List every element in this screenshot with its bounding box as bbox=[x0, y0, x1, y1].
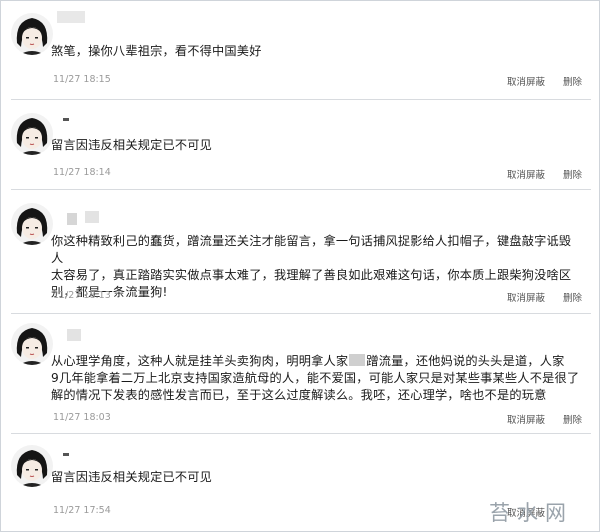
comment-text-line: 9几年能拿着二万上北京支持国家造航母的人，能不爱国，可能人家只是对某些事某些人不… bbox=[51, 370, 583, 387]
comment-timestamp: 11/27 18:15 bbox=[53, 74, 111, 85]
comment-text-span: 蹭流量，还他妈说的头头是道，人家 bbox=[366, 354, 565, 368]
unblock-button[interactable]: 取消屏蔽 bbox=[507, 290, 545, 304]
unblock-button[interactable]: 取消屏蔽 bbox=[507, 74, 545, 88]
comment-timestamp: 11/27 18:13 bbox=[53, 290, 111, 301]
divider bbox=[11, 99, 591, 100]
avatar-figure-icon bbox=[16, 208, 48, 245]
username-redacted bbox=[67, 329, 81, 341]
comment-text-line: 太容易了，真正踏踏实实做点事太难了，我理解了善良如此艰难这句话，你本质上跟柴狗没… bbox=[51, 268, 572, 282]
comment-timestamp: 11/27 17:54 bbox=[53, 505, 111, 516]
avatar-figure-icon bbox=[16, 118, 48, 155]
avatar-figure-icon bbox=[16, 450, 48, 487]
comment-text: 留言因违反相关规定已不可见 bbox=[51, 138, 213, 152]
avatar-figure-icon bbox=[16, 328, 48, 365]
comment-text: 从心理学角度，这种人就是挂羊头卖狗肉，明明拿人家 蹭流量，还他妈说的头头是道，人家… bbox=[51, 353, 583, 404]
avatar-figure-icon bbox=[16, 18, 48, 55]
divider bbox=[11, 433, 591, 434]
comment-text-span: 9几年能拿着二万上北京支持国家造航母的人，能不爱国， bbox=[51, 371, 369, 385]
comment-text-line: 你这种精致利己的蠢货，蹭流量还关注才能留言，拿一句话捕风捉影给人扣帽子，键盘敲字… bbox=[51, 234, 572, 265]
comment-text: 你这种精致利己的蠢货，蹭流量还关注才能留言，拿一句话捕风捉影给人扣帽子，键盘敲字… bbox=[51, 233, 583, 301]
username-redacted bbox=[63, 453, 69, 456]
comment-timestamp: 11/27 18:14 bbox=[53, 167, 111, 178]
username-redacted bbox=[57, 11, 85, 23]
delete-button[interactable]: 删除 bbox=[563, 412, 582, 426]
user-avatar[interactable] bbox=[11, 445, 53, 487]
comment-text-line: 解的情况下发表的感性发言而已，至于这么过度解读么。我呸，还心理学，啥也不是的玩意 bbox=[51, 388, 547, 402]
user-avatar[interactable] bbox=[11, 203, 53, 245]
delete-button[interactable]: 删除 bbox=[563, 290, 582, 304]
comment-text: 煞笔，操你八辈祖宗，看不得中国美好 bbox=[51, 44, 262, 58]
delete-button[interactable]: 删除 bbox=[563, 74, 582, 88]
unblock-button[interactable]: 取消屏蔽 bbox=[507, 412, 545, 426]
unblock-button[interactable]: 取消屏蔽 bbox=[507, 167, 545, 181]
divider bbox=[11, 189, 591, 190]
comment-text-span: 可能人家只是对某些事某些人不是很了 bbox=[368, 371, 580, 385]
site-watermark: 苔水网 bbox=[489, 501, 573, 525]
user-avatar[interactable] bbox=[11, 323, 53, 365]
user-avatar[interactable] bbox=[11, 113, 53, 155]
comment-text: 留言因违反相关规定已不可见 bbox=[51, 470, 213, 484]
comment-item: 煞笔，操你八辈祖宗，看不得中国美好 11/27 18:15 取消屏蔽 删除 bbox=[11, 7, 591, 100]
comment-text-line: 别，都是一条流量狗! bbox=[51, 285, 168, 299]
user-avatar[interactable] bbox=[11, 13, 53, 55]
redaction-mark bbox=[349, 354, 366, 366]
comment-item: 留言因违反相关规定已不可见 11/27 18:14 取消屏蔽 删除 bbox=[11, 101, 591, 190]
comment-item: 从心理学角度，这种人就是挂羊头卖狗肉，明明拿人家 蹭流量，还他妈说的头头是道，人家… bbox=[11, 319, 591, 435]
delete-button[interactable]: 删除 bbox=[563, 167, 582, 181]
comment-moderation-panel: 煞笔，操你八辈祖宗，看不得中国美好 11/27 18:15 取消屏蔽 删除 留言… bbox=[0, 0, 600, 532]
comment-text-span: 从心理学角度，这种人就是挂羊头卖狗肉，明明拿人家 bbox=[51, 354, 349, 368]
username-redacted bbox=[85, 211, 99, 223]
comment-timestamp: 11/27 18:03 bbox=[53, 412, 111, 423]
comment-item: 你这种精致利己的蠢货，蹭流量还关注才能留言，拿一句话捕风捉影给人扣帽子，键盘敲字… bbox=[11, 197, 591, 315]
username-redacted bbox=[67, 213, 77, 225]
comment-text-line: 从心理学角度，这种人就是挂羊头卖狗肉，明明拿人家 蹭流量，还他妈说的头头是道，人家 bbox=[51, 353, 583, 370]
username-redacted bbox=[63, 118, 69, 121]
divider bbox=[11, 313, 591, 314]
